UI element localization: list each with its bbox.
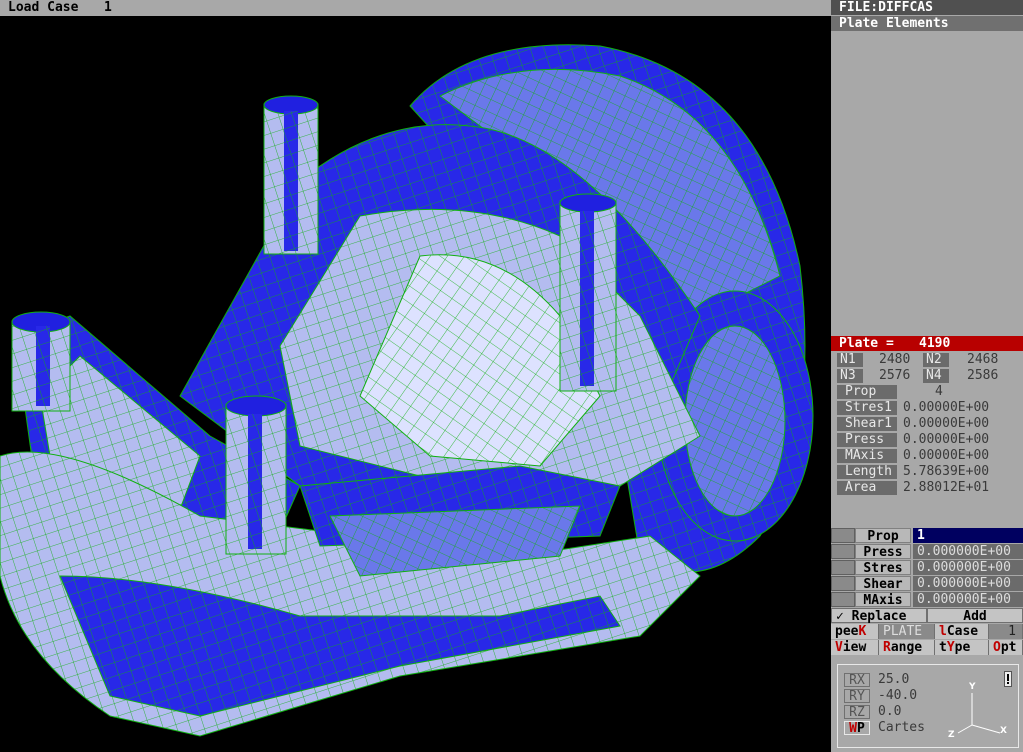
range-label: ange bbox=[890, 640, 923, 655]
plate-header: Plate = 4190 bbox=[831, 336, 1023, 351]
prop-edit-button[interactable]: Prop bbox=[855, 528, 911, 544]
n1-label: N1 bbox=[837, 353, 863, 367]
press-edit-input[interactable]: 0.000000E+00 bbox=[913, 544, 1023, 559]
rz-label[interactable]: RZ bbox=[844, 705, 870, 720]
area-label: Area bbox=[837, 481, 897, 495]
n2-label: N2 bbox=[923, 353, 949, 367]
length-label: Length bbox=[837, 465, 897, 479]
plate-button[interactable]: PLATE bbox=[879, 624, 935, 639]
tube-center bbox=[559, 193, 617, 392]
prop-value: 4 bbox=[935, 384, 943, 399]
add-button[interactable]: Add bbox=[927, 608, 1023, 624]
axis-triad-icon: Y X Z bbox=[948, 682, 1007, 740]
stres-checkbox[interactable] bbox=[831, 560, 855, 575]
plate-value: 4190 bbox=[919, 336, 951, 351]
fe-mesh-model bbox=[0, 44, 814, 737]
maxis-value: 0.00000E+00 bbox=[903, 448, 990, 463]
wp-label: P bbox=[857, 721, 865, 736]
view-label: iew bbox=[842, 640, 867, 655]
axis-x-label: X bbox=[1000, 726, 1007, 736]
prop-label: Prop bbox=[837, 385, 897, 399]
stres-edit-button[interactable]: Stres bbox=[855, 560, 911, 576]
n3-value: 2576 bbox=[879, 368, 911, 383]
rx-value: 25.0 bbox=[878, 672, 910, 687]
maxis-checkbox[interactable] bbox=[831, 592, 855, 607]
lcase-button[interactable]: lCase bbox=[935, 624, 989, 639]
length-value: 5.78639E+00 bbox=[903, 464, 990, 479]
plate-label: Plate = bbox=[839, 336, 894, 351]
type-label-a: t bbox=[939, 640, 947, 655]
section-title: Plate Elements bbox=[831, 16, 1023, 31]
n3-label: N3 bbox=[837, 369, 863, 383]
type-label-b: pe bbox=[954, 640, 971, 655]
press-value: 0.00000E+00 bbox=[903, 432, 990, 447]
tube-front bbox=[225, 395, 287, 555]
press-label: Press bbox=[837, 433, 897, 447]
axis-z-label: Z bbox=[948, 730, 955, 740]
peek-button[interactable]: peeK bbox=[831, 624, 879, 639]
rotation-box: RX 25.0 RY -40.0 RZ 0.0 WP Cartes Y X Z bbox=[837, 664, 1019, 748]
properties-panel: FILE:DIFFCAS Plate Elements Plate = 4190… bbox=[831, 0, 1023, 752]
n2-value: 2468 bbox=[967, 352, 999, 367]
load-case-value: 1 bbox=[104, 0, 112, 15]
ry-value: -40.0 bbox=[878, 688, 918, 703]
opt-label: pt bbox=[1000, 640, 1017, 655]
tube-left bbox=[11, 311, 71, 412]
load-case-label: Load Case bbox=[8, 0, 79, 15]
opt-hotkey: O bbox=[993, 640, 1001, 655]
file-title: FILE:DIFFCAS bbox=[831, 0, 1023, 15]
range-button[interactable]: Range bbox=[879, 640, 935, 655]
coord-system: Cartes bbox=[878, 720, 925, 735]
title-bar: Load Case 1 bbox=[0, 0, 831, 16]
type-button[interactable]: tYpe bbox=[935, 640, 989, 655]
rz-value: 0.0 bbox=[878, 704, 902, 719]
shear1-value: 0.00000E+00 bbox=[903, 416, 990, 431]
area-value: 2.88012E+01 bbox=[903, 480, 990, 495]
lcase-value: 1 bbox=[989, 624, 1023, 639]
tube-top-left bbox=[263, 95, 319, 255]
stres1-label: Stres1 bbox=[837, 401, 897, 415]
shear-edit-button[interactable]: Shear bbox=[855, 576, 911, 592]
press-checkbox[interactable] bbox=[831, 544, 855, 559]
ry-label[interactable]: RY bbox=[844, 689, 870, 704]
shear1-label: Shear1 bbox=[837, 417, 897, 431]
maxis-edit-button[interactable]: MAxis bbox=[855, 592, 911, 608]
prop-edit-input[interactable]: 1 bbox=[913, 528, 1023, 543]
view-hotkey: V bbox=[835, 640, 843, 655]
range-hotkey: R bbox=[883, 640, 891, 655]
replace-toggle[interactable]: ✓ Replace bbox=[831, 608, 927, 624]
maxis-label: MAxis bbox=[837, 449, 897, 463]
lcase-hotkey: l bbox=[939, 624, 947, 639]
wp-button[interactable]: WP bbox=[844, 721, 870, 736]
stres-edit-input[interactable]: 0.000000E+00 bbox=[913, 560, 1023, 575]
opt-button[interactable]: Opt bbox=[989, 640, 1023, 655]
peek-label: pee bbox=[835, 624, 859, 639]
shear-checkbox[interactable] bbox=[831, 576, 855, 591]
view-button[interactable]: View bbox=[831, 640, 879, 655]
n4-label: N4 bbox=[923, 369, 949, 383]
peek-hotkey: K bbox=[858, 624, 867, 639]
prop-checkbox[interactable] bbox=[831, 528, 855, 543]
rx-label[interactable]: RX bbox=[844, 673, 870, 688]
axis-y-label: Y bbox=[968, 682, 976, 692]
n4-value: 2586 bbox=[967, 368, 999, 383]
press-edit-button[interactable]: Press bbox=[855, 544, 911, 560]
wp-hotkey: W bbox=[849, 721, 857, 736]
shear-edit-input[interactable]: 0.000000E+00 bbox=[913, 576, 1023, 591]
model-viewport[interactable] bbox=[0, 16, 831, 752]
type-hotkey: Y bbox=[946, 640, 955, 655]
stres1-value: 0.00000E+00 bbox=[903, 400, 990, 415]
lcase-label: Case bbox=[946, 624, 979, 639]
n1-value: 2480 bbox=[879, 352, 911, 367]
maxis-edit-input[interactable]: 0.000000E+00 bbox=[913, 592, 1023, 607]
